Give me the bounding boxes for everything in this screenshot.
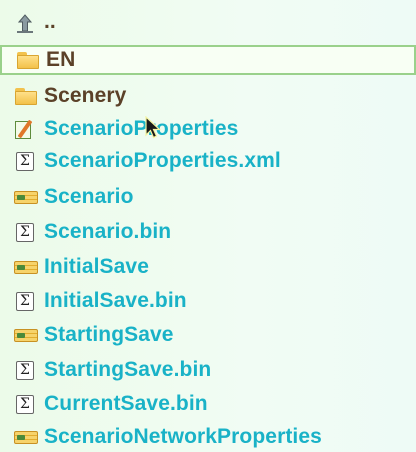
list-item-label: ScenarioProperties: [44, 117, 239, 140]
list-item-currentsave-bin[interactable]: Σ CurrentSave.bin: [0, 389, 416, 419]
list-item-startingsave[interactable]: StartingSave: [0, 320, 416, 350]
sigma-file-icon: Σ: [16, 394, 36, 414]
list-item-label: InitialSave.bin: [44, 289, 187, 312]
file-list: .. EN Scenery ScenarioProperties Σ Scena…: [0, 0, 416, 452]
list-item-scenarionetworkproperties[interactable]: ScenarioNetworkProperties: [0, 422, 416, 452]
folder-icon: [14, 86, 38, 106]
properties-icon: [14, 119, 38, 139]
list-item-label: CurrentSave.bin: [44, 392, 208, 415]
list-item-initialsave[interactable]: InitialSave: [0, 252, 416, 282]
list-item-parent[interactable]: ..: [0, 7, 416, 37]
list-item-label: ScenarioNetworkProperties: [44, 425, 322, 448]
list-item-label: Scenario.bin: [44, 220, 172, 243]
list-item-label: ..: [44, 10, 56, 33]
list-item-scenarioproperties-xml[interactable]: Σ ScenarioProperties.xml: [0, 146, 416, 176]
list-item-label: Scenario: [44, 185, 134, 208]
list-item-label: StartingSave.bin: [44, 358, 212, 381]
list-item-label: EN: [46, 48, 76, 71]
save-icon: [14, 427, 38, 447]
list-item-scenario-bin[interactable]: Σ Scenario.bin: [0, 217, 416, 247]
folder-icon: [16, 50, 40, 70]
sigma-file-icon: Σ: [16, 291, 36, 311]
list-item-folder-scenery[interactable]: Scenery: [0, 81, 416, 111]
save-icon: [14, 257, 38, 277]
list-item-label: InitialSave: [44, 255, 149, 278]
list-item-label: ScenarioProperties.xml: [44, 149, 281, 172]
list-item-folder-en[interactable]: EN: [0, 45, 416, 75]
up-arrow-icon: [14, 12, 38, 33]
list-item-label: StartingSave: [44, 323, 174, 346]
save-icon: [14, 325, 38, 345]
list-item-startingsave-bin[interactable]: Σ StartingSave.bin: [0, 355, 416, 385]
list-item-scenario[interactable]: Scenario: [0, 182, 416, 212]
save-icon: [14, 187, 38, 207]
sigma-file-icon: Σ: [16, 151, 36, 171]
list-item-initialsave-bin[interactable]: Σ InitialSave.bin: [0, 286, 416, 316]
sigma-file-icon: Σ: [16, 360, 36, 380]
list-item-scenarioproperties[interactable]: ScenarioProperties: [0, 114, 416, 144]
list-item-label: Scenery: [44, 84, 127, 107]
sigma-file-icon: Σ: [16, 222, 36, 242]
